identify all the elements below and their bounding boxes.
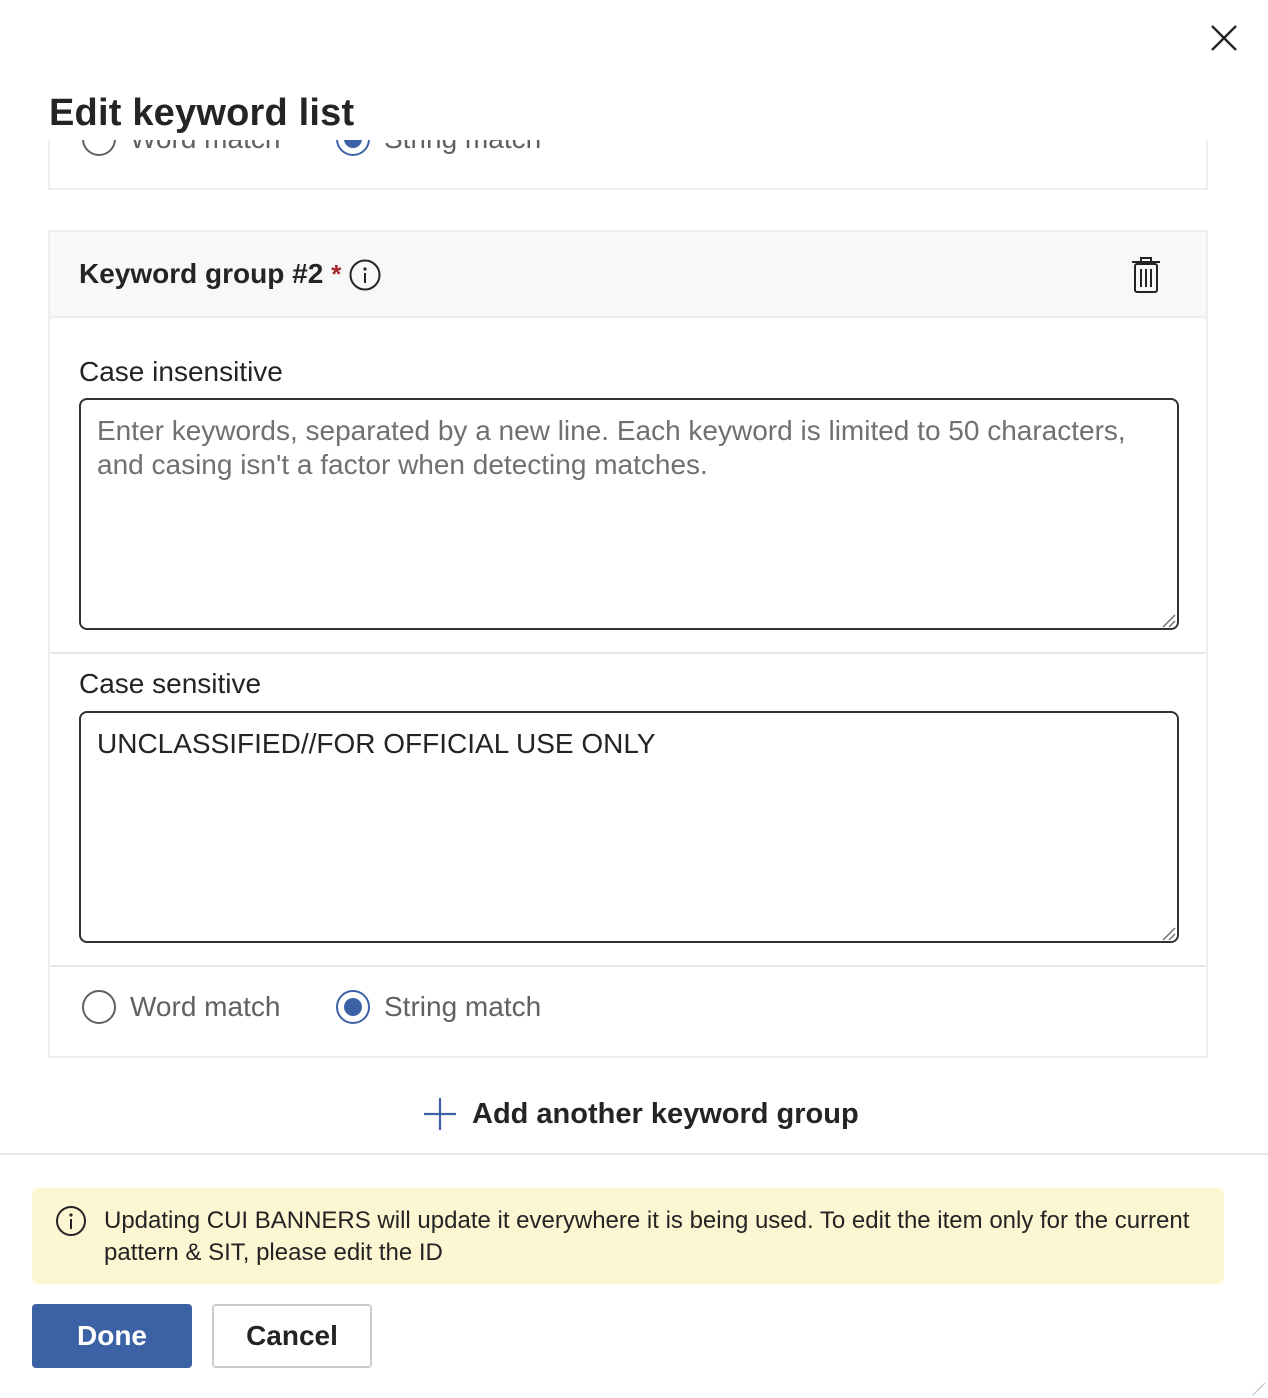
divider bbox=[50, 652, 1206, 654]
done-button[interactable]: Done bbox=[32, 1304, 192, 1368]
required-marker: * bbox=[331, 259, 342, 289]
radio-checked-icon bbox=[336, 990, 370, 1024]
radio-unchecked-icon bbox=[82, 990, 116, 1024]
info-icon[interactable] bbox=[348, 258, 382, 292]
radio-checked-icon bbox=[336, 140, 370, 156]
case-sensitive-label: Case sensitive bbox=[79, 668, 262, 699]
previous-match-type-group: Word match String match bbox=[82, 140, 541, 156]
add-keyword-group-button[interactable]: Add another keyword group bbox=[422, 1096, 859, 1132]
radio-label: String match bbox=[384, 991, 542, 1022]
page-title: Edit keyword list bbox=[49, 92, 355, 134]
plus-icon bbox=[424, 1098, 456, 1130]
cancel-button[interactable]: Cancel bbox=[212, 1304, 372, 1368]
keyword-group-header: Keyword group #2 * bbox=[50, 232, 1206, 318]
case-insensitive-label: Case insensitive bbox=[79, 356, 283, 387]
keyword-group-title-text: Keyword group #2 bbox=[79, 258, 324, 289]
resize-grip-icon bbox=[1252, 1382, 1266, 1396]
radio-label: Word match bbox=[130, 991, 281, 1022]
close-button[interactable] bbox=[1204, 18, 1244, 58]
previous-string-match-radio[interactable]: String match bbox=[336, 140, 541, 156]
keyword-group-title: Keyword group #2 * bbox=[79, 258, 341, 290]
scroll-region[interactable]: Word match String match Keyword group #2… bbox=[0, 140, 1268, 1154]
word-match-radio[interactable]: Word match bbox=[82, 990, 336, 1024]
close-icon bbox=[1211, 25, 1237, 51]
notice-text: Updating CUI BANNERS will update it ever… bbox=[104, 1207, 1190, 1266]
add-keyword-group-label: Add another keyword group bbox=[472, 1097, 859, 1130]
edit-keyword-list-panel: Edit keyword list Word match String matc… bbox=[0, 0, 1268, 1398]
match-type-group: Word match String match bbox=[82, 990, 541, 1024]
radio-label: Word match bbox=[130, 140, 280, 155]
case-insensitive-input[interactable] bbox=[79, 398, 1179, 630]
info-icon bbox=[56, 1206, 86, 1236]
keyword-group-2: Keyword group #2 * Case insensitive Ente… bbox=[48, 230, 1208, 1058]
radio-label: String match bbox=[384, 140, 541, 155]
previous-keyword-group: Word match String match bbox=[48, 140, 1208, 190]
divider bbox=[50, 965, 1206, 967]
string-match-radio[interactable]: String match bbox=[336, 990, 541, 1024]
warning-notice: Updating CUI BANNERS will update it ever… bbox=[32, 1188, 1224, 1284]
footer-divider bbox=[0, 1153, 1268, 1155]
previous-word-match-radio[interactable]: Word match bbox=[82, 140, 336, 156]
case-sensitive-input[interactable] bbox=[79, 711, 1179, 943]
trash-icon[interactable] bbox=[1128, 256, 1164, 296]
radio-unchecked-icon bbox=[82, 140, 116, 156]
